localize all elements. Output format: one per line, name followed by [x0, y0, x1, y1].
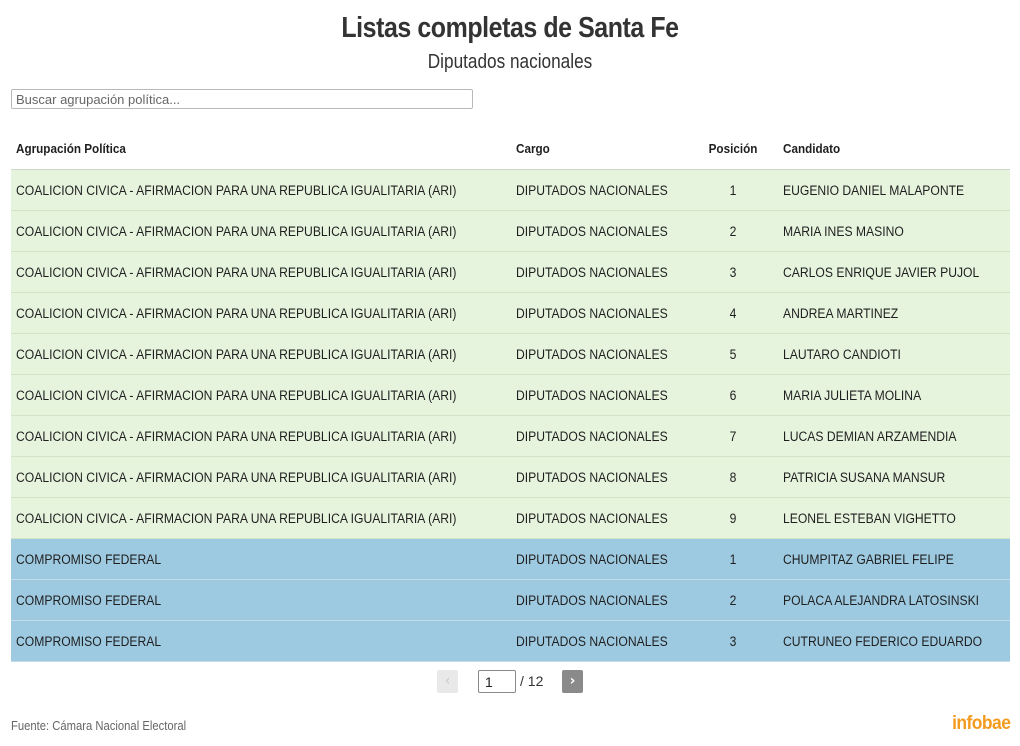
cell-cargo: DIPUTADOS NACIONALES — [516, 223, 668, 239]
cell-posicion: 6 — [729, 387, 737, 403]
table-row: COMPROMISO FEDERAL DIPUTADOS NACIONALES 1 C… — [11, 539, 1010, 580]
table-body: COALICION CIVICA - AFIRMACION PARA UNA R… — [11, 170, 1010, 662]
cell-posicion: 8 — [729, 469, 737, 485]
cell-agrupacion: COALICION CIVICA - AFIRMACION PARA UNA R… — [16, 346, 457, 362]
previous-page-button[interactable]: ‹ — [437, 670, 458, 693]
cell-candidato: PATRICIA SUSANA MANSUR — [783, 469, 946, 485]
table-row: COALICION CIVICA - AFIRMACION PARA UNA R… — [11, 457, 1010, 498]
cell-cargo: DIPUTADOS NACIONALES — [516, 469, 668, 485]
table-row: COALICION CIVICA - AFIRMACION PARA UNA R… — [11, 293, 1010, 334]
cell-cargo: DIPUTADOS NACIONALES — [516, 633, 668, 649]
table-row: COALICION CIVICA - AFIRMACION PARA UNA R… — [11, 375, 1010, 416]
table-row: COALICION CIVICA - AFIRMACION PARA UNA R… — [11, 334, 1010, 375]
cell-candidato: ANDREA MARTINEZ — [783, 305, 899, 321]
cell-candidato: CHUMPITAZ GABRIEL FELIPE — [783, 551, 954, 567]
cell-candidato: CUTRUNEO FEDERICO EDUARDO — [783, 633, 983, 649]
cell-agrupacion: COALICION CIVICA - AFIRMACION PARA UNA R… — [16, 469, 457, 485]
table-header: Agrupación Política Cargo Posición Candi… — [11, 127, 1010, 170]
cell-candidato: LEONEL ESTEBAN VIGHETTO — [783, 510, 956, 526]
cell-cargo: DIPUTADOS NACIONALES — [516, 510, 668, 526]
pagination: ‹ / 12 › — [0, 670, 1020, 694]
page-total: / 12 — [520, 673, 544, 689]
cell-candidato: LUCAS DEMIAN ARZAMENDIA — [783, 428, 957, 444]
cell-cargo: DIPUTADOS NACIONALES — [516, 387, 668, 403]
cell-posicion: 3 — [729, 264, 737, 280]
cell-agrupacion: COALICION CIVICA - AFIRMACION PARA UNA R… — [16, 387, 457, 403]
page-title: Listas completas de Santa Fe — [341, 12, 679, 44]
cell-cargo: DIPUTADOS NACIONALES — [516, 592, 668, 608]
source-note: Fuente: Cámara Nacional Electoral — [11, 719, 187, 733]
cell-candidato: MARIA INES MASINO — [783, 223, 904, 239]
cell-cargo: DIPUTADOS NACIONALES — [516, 305, 668, 321]
brand-logo[interactable]: infobae — [952, 713, 1011, 735]
cell-posicion: 5 — [729, 346, 737, 362]
table-row: COALICION CIVICA - AFIRMACION PARA UNA R… — [11, 416, 1010, 457]
cell-agrupacion: COALICION CIVICA - AFIRMACION PARA UNA R… — [16, 182, 457, 198]
cell-cargo: DIPUTADOS NACIONALES — [516, 346, 668, 362]
cell-cargo: DIPUTADOS NACIONALES — [516, 264, 668, 280]
cell-agrupacion: COALICION CIVICA - AFIRMACION PARA UNA R… — [16, 223, 457, 239]
cell-posicion: 2 — [729, 592, 737, 608]
cell-candidato: LAUTARO CANDIOTI — [783, 346, 901, 362]
candidates-table: Agrupación Política Cargo Posición Candi… — [11, 127, 1010, 662]
cell-agrupacion: COALICION CIVICA - AFIRMACION PARA UNA R… — [16, 264, 457, 280]
page-subtitle: Diputados nacionales — [427, 51, 593, 73]
cell-agrupacion: COMPROMISO FEDERAL — [16, 551, 162, 567]
cell-agrupacion: COALICION CIVICA - AFIRMACION PARA UNA R… — [16, 510, 457, 526]
cell-agrupacion: COALICION CIVICA - AFIRMACION PARA UNA R… — [16, 305, 457, 321]
cell-agrupacion: COMPROMISO FEDERAL — [16, 592, 162, 608]
next-page-button[interactable]: › — [562, 670, 583, 693]
cell-cargo: DIPUTADOS NACIONALES — [516, 428, 668, 444]
cell-cargo: DIPUTADOS NACIONALES — [516, 182, 668, 198]
column-header-posicion[interactable]: Posición — [698, 127, 768, 169]
column-header-cargo[interactable]: Cargo — [516, 127, 550, 169]
cell-posicion: 3 — [729, 633, 737, 649]
cell-cargo: DIPUTADOS NACIONALES — [516, 551, 668, 567]
table-row: COALICION CIVICA - AFIRMACION PARA UNA R… — [11, 252, 1010, 293]
table-row: COMPROMISO FEDERAL DIPUTADOS NACIONALES 3 C… — [11, 621, 1010, 662]
cell-agrupacion: COMPROMISO FEDERAL — [16, 633, 162, 649]
cell-posicion: 4 — [729, 305, 737, 321]
table-row: COALICION CIVICA - AFIRMACION PARA UNA R… — [11, 211, 1010, 252]
column-header-candidato[interactable]: Candidato — [783, 127, 840, 169]
cell-posicion: 7 — [729, 428, 737, 444]
search-input[interactable] — [11, 89, 473, 109]
cell-posicion: 1 — [729, 551, 737, 567]
cell-posicion: 1 — [729, 182, 737, 198]
table-row: COALICION CIVICA - AFIRMACION PARA UNA R… — [11, 498, 1010, 539]
cell-posicion: 2 — [729, 223, 737, 239]
cell-candidato: EUGENIO DANIEL MALAPONTE — [783, 182, 965, 198]
table-row: COMPROMISO FEDERAL DIPUTADOS NACIONALES 2 P… — [11, 580, 1010, 621]
cell-agrupacion: COALICION CIVICA - AFIRMACION PARA UNA R… — [16, 428, 457, 444]
page-number-input[interactable] — [478, 670, 516, 693]
column-header-agrupacion[interactable]: Agrupación Política — [16, 127, 126, 169]
cell-posicion: 9 — [729, 510, 737, 526]
cell-candidato: MARIA JULIETA MOLINA — [783, 387, 922, 403]
table-row: COALICION CIVICA - AFIRMACION PARA UNA R… — [11, 170, 1010, 211]
cell-candidato: POLACA ALEJANDRA LATOSINSKI — [783, 592, 980, 608]
cell-candidato: CARLOS ENRIQUE JAVIER PUJOL — [783, 264, 980, 280]
